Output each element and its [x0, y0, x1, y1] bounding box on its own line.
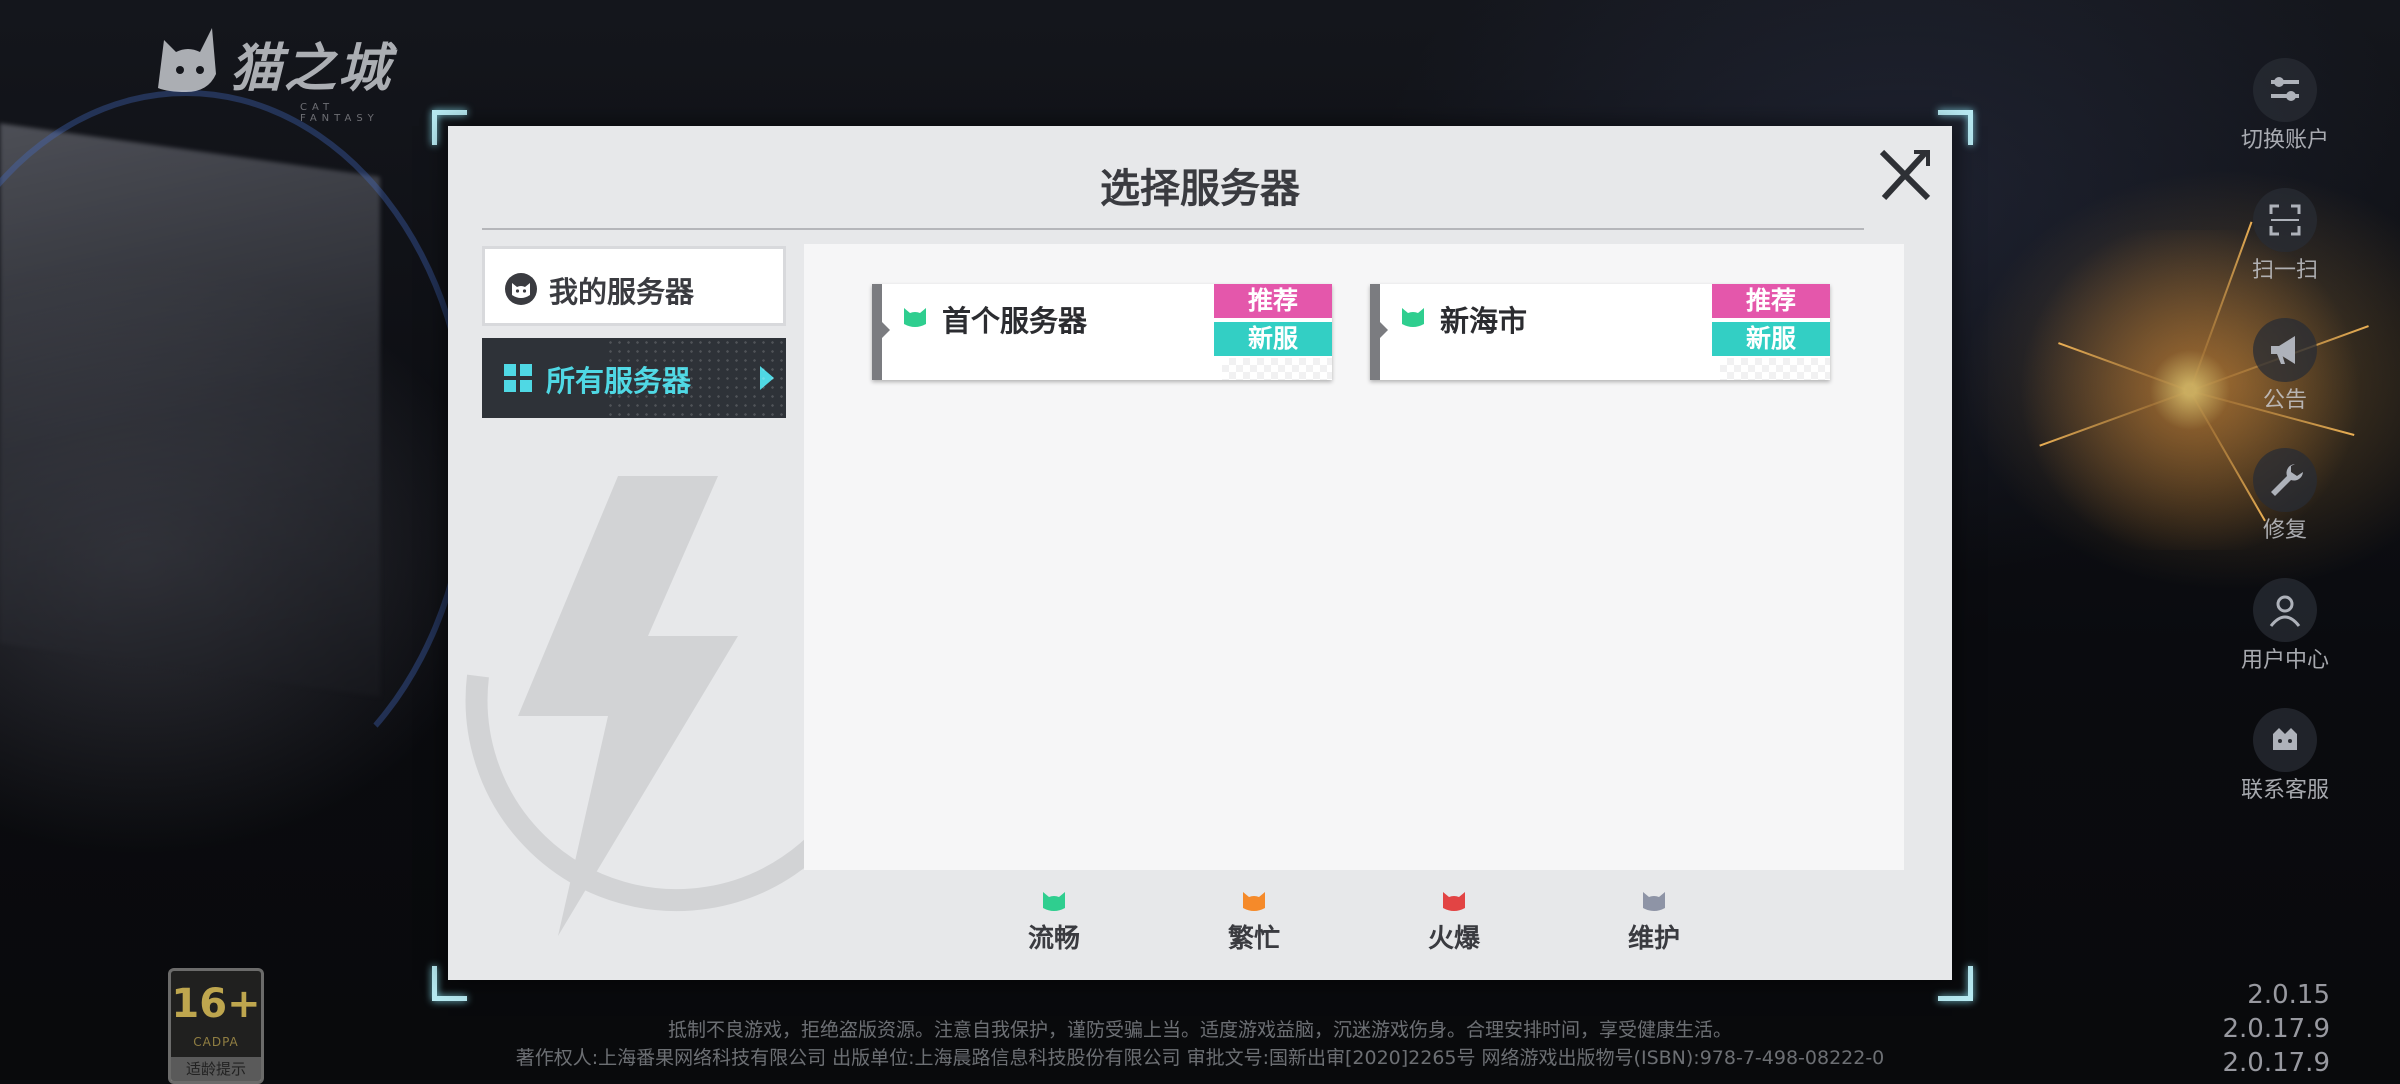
- card-accent-bar: [872, 284, 882, 380]
- new-server-badge: 新服: [1214, 322, 1332, 356]
- customer-service-icon: [2273, 728, 2297, 750]
- side-menu-label: 公告: [2262, 388, 2307, 413]
- close-icon: [1879, 149, 1931, 201]
- footer-line-1: 抵制不良游戏，拒绝盗版资源。注意自我保护，谨防受骗上当。适度游戏益脑，沉迷游戏伤…: [667, 1019, 1732, 1041]
- new-server-badge: 新服: [1712, 322, 1830, 356]
- side-menu-label: 用户中心: [2240, 648, 2329, 673]
- tab-arrow-icon: [760, 366, 774, 390]
- grid-icon: [504, 364, 532, 392]
- scan-button[interactable]: 扫一扫: [2200, 188, 2370, 284]
- tab-label: 我的服务器: [549, 275, 695, 309]
- side-menu-label: 修复: [2262, 518, 2307, 543]
- status-cat-icon: [1443, 892, 1465, 911]
- repair-button[interactable]: 修复: [2200, 448, 2370, 544]
- footer-line-2: 著作权人:上海番果网络科技有限公司 出版单位:上海晨路信息科技股份有限公司 审批…: [515, 1047, 1885, 1069]
- cat-face-icon: [505, 273, 537, 305]
- server-card[interactable]: 首个服务器 推荐 新服: [872, 284, 1332, 380]
- legend-maintenance: 维护: [1604, 888, 1704, 955]
- customer-service-button[interactable]: 联系客服: [2200, 708, 2370, 804]
- wrench-icon: [2271, 464, 2303, 496]
- card-accent-bar: [1370, 284, 1380, 380]
- logo-subtext: CAT FANTASY: [300, 102, 379, 124]
- status-cat-icon: [1043, 892, 1065, 911]
- side-menu-label: 扫一扫: [2251, 258, 2318, 283]
- version-text: 2.0.15: [2247, 980, 2330, 1010]
- scan-icon: [2269, 204, 2301, 236]
- server-name: 首个服务器: [942, 304, 1088, 338]
- card-notch: [882, 322, 890, 338]
- legend-label: 火爆: [1427, 924, 1480, 954]
- announcement-button[interactable]: 公告: [2200, 318, 2370, 414]
- legend-hot: 火爆: [1404, 888, 1504, 955]
- status-cat-icon: [1402, 308, 1424, 327]
- user-icon: [2269, 595, 2301, 627]
- status-cat-icon: [1243, 892, 1265, 911]
- legend-label: 流畅: [1027, 924, 1080, 954]
- side-menu-label: 切换账户: [2240, 128, 2329, 153]
- recommended-badge: 推荐: [1712, 284, 1830, 318]
- dialog-title: 选择服务器: [1100, 166, 1300, 212]
- switch-account-button[interactable]: 切换账户: [2200, 58, 2370, 154]
- legend-busy: 繁忙: [1204, 888, 1304, 955]
- legend-smooth: 流畅: [1004, 888, 1104, 955]
- game-logo: 猫之城 CAT FANTASY: [150, 18, 410, 124]
- tab-my-servers[interactable]: 我的服务器: [482, 246, 786, 326]
- footer-notice: 抵制不良游戏，拒绝盗版资源。注意自我保护，谨防受骗上当。适度游戏益脑，沉迷游戏伤…: [0, 1016, 2400, 1072]
- legend-label: 维护: [1627, 924, 1680, 954]
- switch-account-icon: [2271, 77, 2299, 101]
- logo-text: 猫之城: [230, 39, 393, 99]
- card-notch: [1380, 322, 1388, 338]
- megaphone-icon: [2271, 336, 2295, 364]
- status-cat-icon: [904, 308, 926, 327]
- status-cat-icon: [1643, 892, 1665, 911]
- recommended-badge: 推荐: [1214, 284, 1332, 318]
- server-select-dialog: 选择服务器 我的服务器 所有服务器 首个服务器 推荐 新服 新海市 推荐 新服 …: [448, 126, 1952, 980]
- server-name: 新海市: [1440, 304, 1528, 338]
- server-card[interactable]: 新海市 推荐 新服: [1370, 284, 1830, 380]
- cat-logo-icon: [158, 28, 216, 92]
- legend-label: 繁忙: [1227, 924, 1280, 954]
- server-list-panel: 首个服务器 推荐 新服 新海市 推荐 新服: [804, 244, 1904, 870]
- tab-all-servers[interactable]: 所有服务器: [482, 338, 786, 418]
- user-center-button[interactable]: 用户中心: [2200, 578, 2370, 674]
- tab-label: 所有服务器: [546, 364, 692, 398]
- close-button[interactable]: [1874, 144, 1936, 206]
- version-text: 2.0.17.9: [2222, 1014, 2330, 1044]
- title-divider: [482, 228, 1864, 230]
- side-menu-label: 联系客服: [2240, 778, 2329, 803]
- version-text: 2.0.17.9: [2222, 1048, 2330, 1078]
